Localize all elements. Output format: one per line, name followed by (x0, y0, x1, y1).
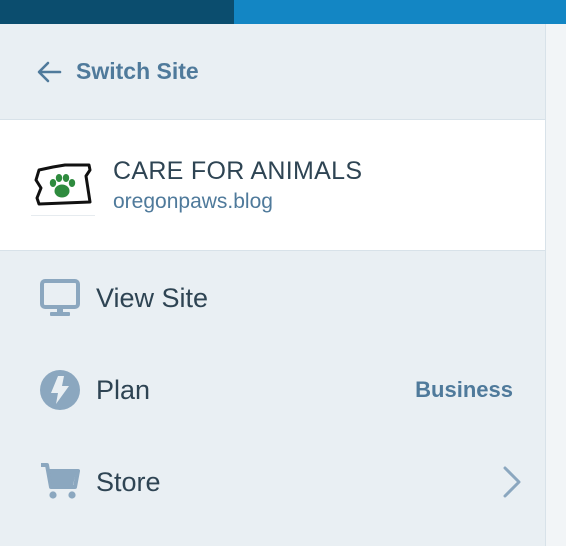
masterbar (0, 0, 566, 24)
masterbar-reader[interactable] (234, 0, 566, 24)
menu-item-store[interactable]: Store (0, 436, 545, 528)
menu-item-label: View Site (96, 282, 209, 313)
cart-icon (38, 460, 82, 504)
menu-item-label: Store (96, 466, 161, 497)
current-site-card[interactable]: CARE FOR ANIMALS oregonpaws.blog (0, 119, 545, 251)
site-domain: oregonpaws.blog (113, 190, 273, 213)
chevron-right-icon (503, 466, 521, 498)
oregon-paw-logo (34, 163, 92, 206)
masterbar-my-sites[interactable] (0, 0, 234, 24)
menu-item-label: Plan (96, 374, 151, 405)
menu-item-plan[interactable]: Plan Business (0, 344, 545, 436)
switch-site-label: Switch Site (76, 58, 199, 84)
lightning-bolt-icon (38, 368, 82, 412)
site-title: CARE FOR ANIMALS (113, 157, 363, 185)
switch-site-button[interactable]: Switch Site (0, 24, 545, 119)
content-area-edge (545, 24, 566, 546)
menu-item-view-site[interactable]: View Site (0, 252, 545, 344)
monitor-icon (38, 276, 82, 320)
sidebar: Switch Site CARE FOR ANIMALS oregonpaws.… (0, 24, 545, 546)
arrow-left-icon (37, 61, 62, 82)
site-logo (31, 158, 95, 216)
plan-badge: Business (415, 377, 513, 402)
